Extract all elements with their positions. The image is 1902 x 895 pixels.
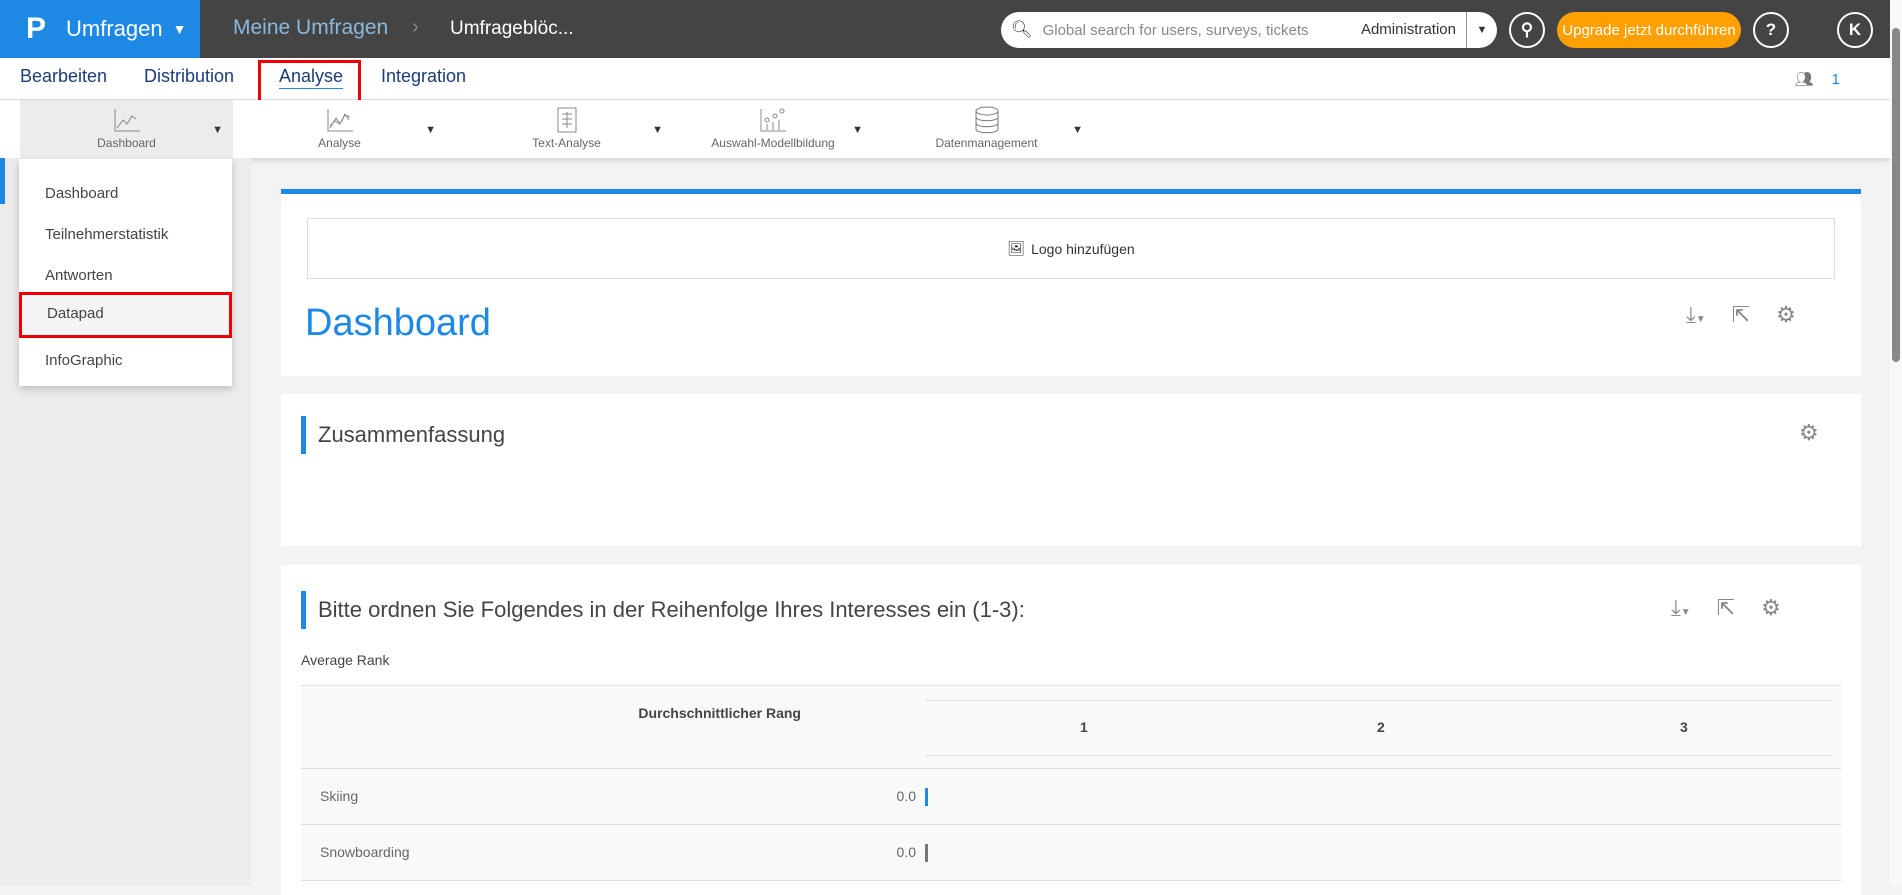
tool-label: Text-Analyse xyxy=(532,136,601,150)
tab-distribution[interactable]: Distribution xyxy=(144,66,234,87)
rank-bar xyxy=(925,844,928,862)
menu-item-antworten[interactable]: Antworten xyxy=(45,267,113,284)
gear-icon[interactable]: ⚙ xyxy=(1799,420,1819,446)
users-online: 👥︎ 1 xyxy=(1795,70,1840,88)
image-icon: 🖼︎ xyxy=(1007,240,1026,256)
page-title: Dashboard xyxy=(305,302,491,344)
line-chart-icon xyxy=(114,109,140,132)
search-button[interactable]: ⚲ xyxy=(1509,12,1545,48)
summary-card: Zusammenfassung ⚙ xyxy=(281,394,1861,546)
table-row: Skiing 0.0 xyxy=(301,769,1841,825)
breadcrumb-root[interactable]: Meine Umfragen xyxy=(233,16,388,40)
table-row: Snowboarding 0.0 xyxy=(301,825,1841,881)
row-label: Snowboarding xyxy=(320,844,410,860)
gear-icon[interactable]: ⚙ xyxy=(1761,595,1781,621)
dashboard-header-card: 🖼︎ Logo hinzufügen Dashboard ⤓▼ ⇱ ⚙ xyxy=(281,189,1861,376)
caret-down-icon[interactable]: ▼ xyxy=(1467,24,1497,36)
column-header-average: Durchschnittlicher Rang xyxy=(638,705,801,721)
gear-icon[interactable]: ⚙ xyxy=(1776,302,1796,328)
tool-analyse[interactable]: Analyse ▼ xyxy=(233,100,446,158)
top-bar: P Umfragen ▼ Meine Umfragen › Umfrageblö… xyxy=(0,0,1902,58)
rank-bar xyxy=(925,788,928,806)
rank-scale: 1 2 3 xyxy=(925,700,1833,756)
help-button[interactable]: ? xyxy=(1753,12,1789,48)
dashboard-dropdown-menu: Dashboard Teilnehmerstatistik Antworten … xyxy=(19,159,232,386)
chevron-right-icon: › xyxy=(412,16,419,38)
summary-title: Zusammenfassung xyxy=(301,416,505,454)
caret-down-icon[interactable]: ▼ xyxy=(852,124,863,136)
app-name: Umfragen xyxy=(66,16,163,41)
multi-line-chart-icon xyxy=(327,109,353,132)
search-input[interactable]: Global search for users, surveys, ticket… xyxy=(1043,22,1361,39)
logo: P xyxy=(26,12,47,45)
question-title: Bitte ordnen Sie Folgendes in der Reihen… xyxy=(301,591,1025,629)
tab-integration[interactable]: Integration xyxy=(381,66,466,87)
tool-dashboard[interactable]: Dashboard ▼ xyxy=(20,100,233,158)
caret-down-icon[interactable]: ▼ xyxy=(212,124,223,136)
database-icon xyxy=(975,106,998,134)
tool-label: Analyse xyxy=(318,136,361,150)
caret-down-icon[interactable]: ▼ xyxy=(425,124,436,136)
tool-auswahl-modellbildung[interactable]: Auswahl-Modellbildung ▼ xyxy=(673,100,873,158)
add-logo-button[interactable]: 🖼︎ Logo hinzufügen xyxy=(307,218,1835,279)
download-icon[interactable]: ⤓▼ xyxy=(1671,595,1691,621)
caret-down-icon[interactable]: ▼ xyxy=(652,124,663,136)
analysis-toolbar: Dashboard ▼ Analyse ▼ Text-Analyse ▼ Auswah… xyxy=(0,100,1890,158)
tool-datenmanagement[interactable]: Datenmanagement ▼ xyxy=(880,100,1093,158)
search-icon: 🔍︎ xyxy=(1011,20,1033,39)
dashboard-actions: ⤓▼ ⇱ ⚙ xyxy=(1686,302,1796,328)
users-icon: 👥︎ xyxy=(1794,71,1814,88)
avatar[interactable]: K xyxy=(1837,12,1873,48)
tool-label: Auswahl-Modellbildung xyxy=(711,136,835,150)
rank-2: 2 xyxy=(1377,719,1385,735)
download-icon[interactable]: ⤓▼ xyxy=(1686,302,1706,328)
breadcrumb-current: Umfrageblöc... xyxy=(450,18,574,39)
document-grid-icon xyxy=(557,107,576,133)
menu-item-dashboard[interactable]: Dashboard xyxy=(45,185,118,202)
row-value: 0.0 xyxy=(896,844,916,860)
search-scope[interactable]: Administration xyxy=(1361,12,1467,48)
menu-item-infographic[interactable]: InfoGraphic xyxy=(45,352,123,369)
tab-bearbeiten[interactable]: Bearbeiten xyxy=(20,66,107,87)
highlight-box xyxy=(258,60,361,103)
global-search[interactable]: 🔍︎ Global search for users, surveys, tic… xyxy=(1001,12,1497,48)
sidebar-active-indicator xyxy=(0,158,5,204)
share-icon[interactable]: ⇱ xyxy=(1717,595,1735,621)
rank-table: Durchschnittlicher Rang 1 2 3 Skiing 0.0… xyxy=(301,685,1841,881)
menu-item-datapad[interactable]: Datapad xyxy=(19,292,232,338)
table-header: Durchschnittlicher Rang 1 2 3 xyxy=(301,686,1841,769)
share-icon[interactable]: ⇱ xyxy=(1732,302,1750,328)
rank-3: 3 xyxy=(1680,719,1688,735)
tool-text-analyse[interactable]: Text-Analyse ▼ xyxy=(460,100,673,158)
average-rank-label: Average Rank xyxy=(301,652,390,668)
caret-down-icon: ▼ xyxy=(172,21,187,37)
rank-1: 1 xyxy=(1080,719,1088,735)
app-switcher[interactable]: P Umfragen ▼ xyxy=(0,0,200,58)
scrollbar[interactable] xyxy=(1890,0,1902,886)
scatter-chart-icon xyxy=(760,108,786,132)
scrollbar-thumb[interactable] xyxy=(1892,28,1900,362)
row-value: 0.0 xyxy=(896,788,916,804)
tool-label: Datenmanagement xyxy=(935,136,1038,150)
menu-item-teilnehmerstatistik[interactable]: Teilnehmerstatistik xyxy=(45,226,168,243)
main-tabs: Bearbeiten Distribution Analyse Integrat… xyxy=(0,58,1890,103)
menu-item-label: Datapad xyxy=(47,305,104,322)
tool-label: Dashboard xyxy=(97,136,156,150)
question-actions: ⤓▼ ⇱ ⚙ xyxy=(1671,595,1781,621)
add-logo-label: Logo hinzufügen xyxy=(1031,240,1135,257)
users-count: 1 xyxy=(1831,71,1840,88)
upgrade-button[interactable]: Upgrade jetzt durchführen xyxy=(1557,12,1741,48)
caret-down-icon[interactable]: ▼ xyxy=(1072,124,1083,136)
row-label: Skiing xyxy=(320,788,359,804)
question-card: Bitte ordnen Sie Folgendes in der Reihen… xyxy=(281,565,1861,895)
